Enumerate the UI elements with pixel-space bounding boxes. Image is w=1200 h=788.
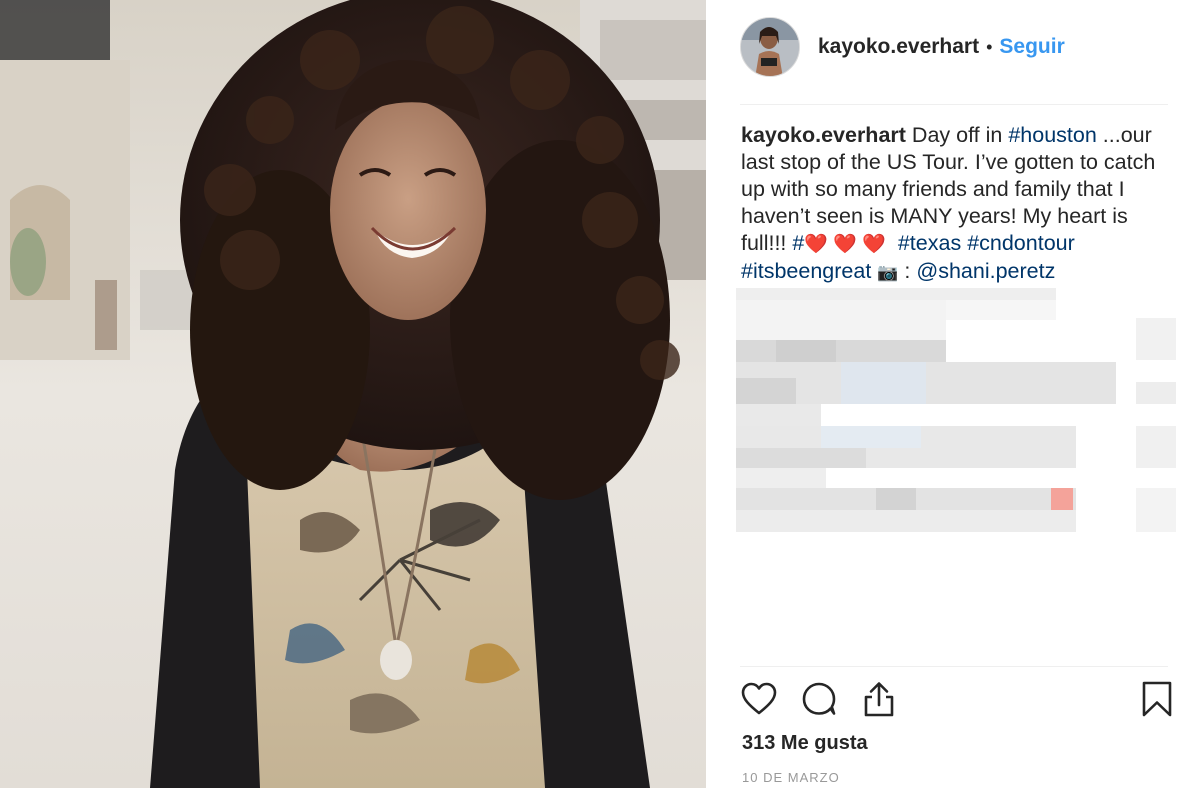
hashtag-prefix[interactable]: #: [792, 231, 804, 255]
heart-emoji-icon: ❤️ ❤️ ❤️: [804, 234, 886, 255]
actions-divider: [740, 666, 1168, 667]
caption-username[interactable]: kayoko.everhart: [741, 123, 906, 147]
post-header: kayoko.everhart • Seguir: [740, 16, 1170, 78]
hashtag-itsbeengreat[interactable]: #itsbeengreat: [741, 259, 871, 283]
header-divider: [740, 104, 1168, 105]
likes-count[interactable]: 313 Me gusta: [742, 732, 868, 755]
avatar[interactable]: [740, 17, 800, 77]
caption-colon: :: [898, 259, 917, 283]
post-date: 10 DE MARZO: [742, 770, 840, 785]
separator-dot: •: [986, 36, 993, 57]
hashtag-cndontour[interactable]: #cndontour: [967, 231, 1075, 255]
like-button[interactable]: [740, 680, 778, 718]
comment-bubble-icon: [802, 682, 836, 715]
comment-button[interactable]: [800, 680, 838, 718]
post-side-panel: kayoko.everhart • Seguir kayoko.everhart…: [706, 0, 1200, 788]
share-upload-icon: [864, 682, 894, 717]
heart-outline-icon: [741, 682, 777, 715]
hashtag-texas[interactable]: #texas: [898, 231, 961, 255]
share-button[interactable]: [860, 680, 898, 718]
post-caption: kayoko.everhart Day off in #houston ...o…: [741, 122, 1171, 286]
follow-button[interactable]: Seguir: [999, 35, 1064, 59]
hashtag-houston[interactable]: #houston: [1008, 123, 1096, 147]
post-photo[interactable]: [0, 0, 706, 788]
username-link[interactable]: kayoko.everhart: [818, 35, 979, 59]
camera-emoji-icon: 📷: [877, 263, 899, 282]
mention-link[interactable]: @shani.peretz: [916, 259, 1055, 283]
caption-text: Day off in: [905, 123, 1009, 147]
bookmark-icon: [1142, 681, 1172, 717]
save-button[interactable]: [1138, 680, 1176, 718]
post-actions: [740, 680, 1172, 720]
photo-image: [0, 0, 706, 788]
